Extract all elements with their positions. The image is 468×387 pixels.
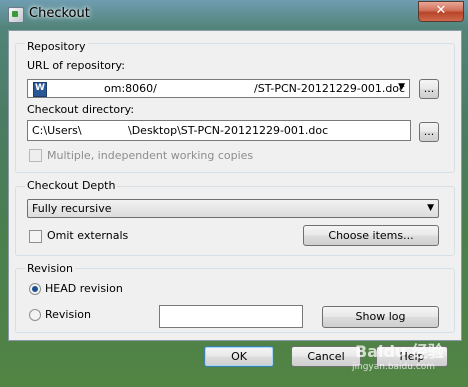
checkout-dir-input[interactable]: C:\Users\ \Desktop\ST-PCN-20121229-001.d… <box>27 120 411 141</box>
browse-dir-button[interactable]: ... <box>419 122 439 142</box>
checkout-dir-label: Checkout directory: <box>27 103 135 116</box>
revision-radio[interactable] <box>29 309 41 321</box>
ok-button[interactable]: OK <box>204 346 274 367</box>
dialog-body: Repository URL of repository: om:8060/ /… <box>8 30 462 341</box>
word-doc-icon <box>33 82 47 97</box>
depth-select[interactable]: Fully recursive ▼ <box>27 199 439 218</box>
dropdown-arrow-icon[interactable]: ▼ <box>398 82 405 92</box>
url-value-start: om:8060/ <box>104 82 157 95</box>
url-combobox[interactable]: om:8060/ /ST-PCN-20121229-001.doc ▼ <box>27 79 410 98</box>
window-title: Checkout <box>29 6 90 21</box>
show-log-button[interactable]: Show log <box>322 306 439 328</box>
checkout-dir-value-end: \Desktop\ST-PCN-20121229-001.doc <box>128 124 329 137</box>
repository-group-label: Repository <box>25 40 88 53</box>
revision-group-label: Revision <box>25 262 75 275</box>
baidu-watermark-url: jingyan.baidu.com <box>352 362 436 372</box>
head-revision-radio[interactable] <box>29 283 41 295</box>
close-button[interactable]: ✕ <box>418 1 464 22</box>
omit-externals-label: Omit externals <box>47 229 129 242</box>
url-value-end: /ST-PCN-20121229-001.doc <box>254 82 406 95</box>
title-bar[interactable]: Checkout ✕ <box>0 0 468 30</box>
url-label: URL of repository: <box>27 59 125 72</box>
dialog-window: Checkout ✕ Repository URL of repository:… <box>0 0 468 387</box>
browse-url-button[interactable]: ... <box>419 79 439 99</box>
checkout-dir-value-start: C:\Users\ <box>32 124 82 137</box>
revision-input[interactable] <box>159 305 303 328</box>
choose-items-button[interactable]: Choose items... <box>303 225 439 246</box>
baidu-watermark: Baidu 经验 <box>355 342 444 361</box>
multiple-copies-checkbox[interactable] <box>29 149 42 162</box>
dropdown-arrow-icon[interactable]: ▼ <box>427 203 434 213</box>
depth-selected-value: Fully recursive <box>32 202 112 215</box>
checkout-depth-group-label: Checkout Depth <box>25 179 118 192</box>
head-revision-label: HEAD revision <box>45 282 123 295</box>
cancel-button[interactable]: Cancel <box>291 346 361 367</box>
multiple-copies-label: Multiple, independent working copies <box>47 149 254 162</box>
revision-label: Revision <box>45 308 91 321</box>
omit-externals-checkbox[interactable] <box>29 230 42 243</box>
app-icon <box>8 7 24 23</box>
